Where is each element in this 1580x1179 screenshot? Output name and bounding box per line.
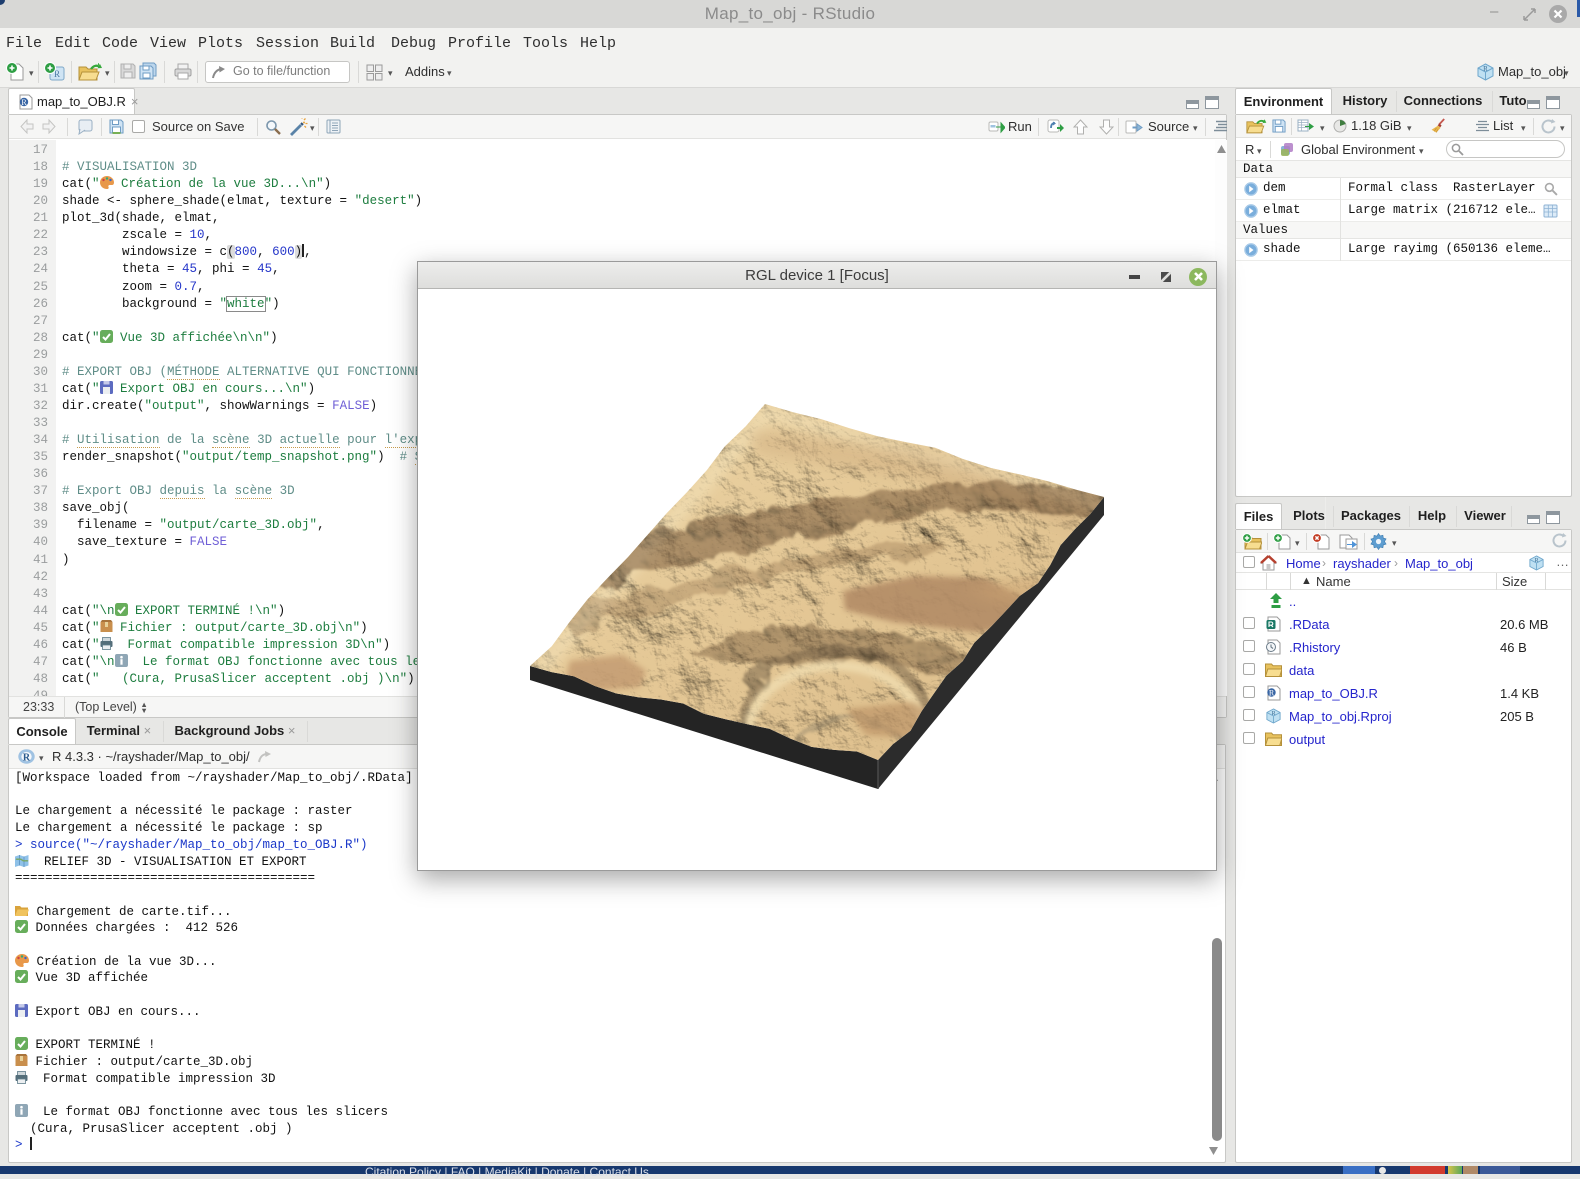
svg-text:R: R bbox=[1269, 689, 1275, 698]
svg-text:R: R bbox=[21, 98, 27, 107]
svg-text:R: R bbox=[1483, 65, 1488, 73]
svg-text:R: R bbox=[23, 753, 31, 764]
